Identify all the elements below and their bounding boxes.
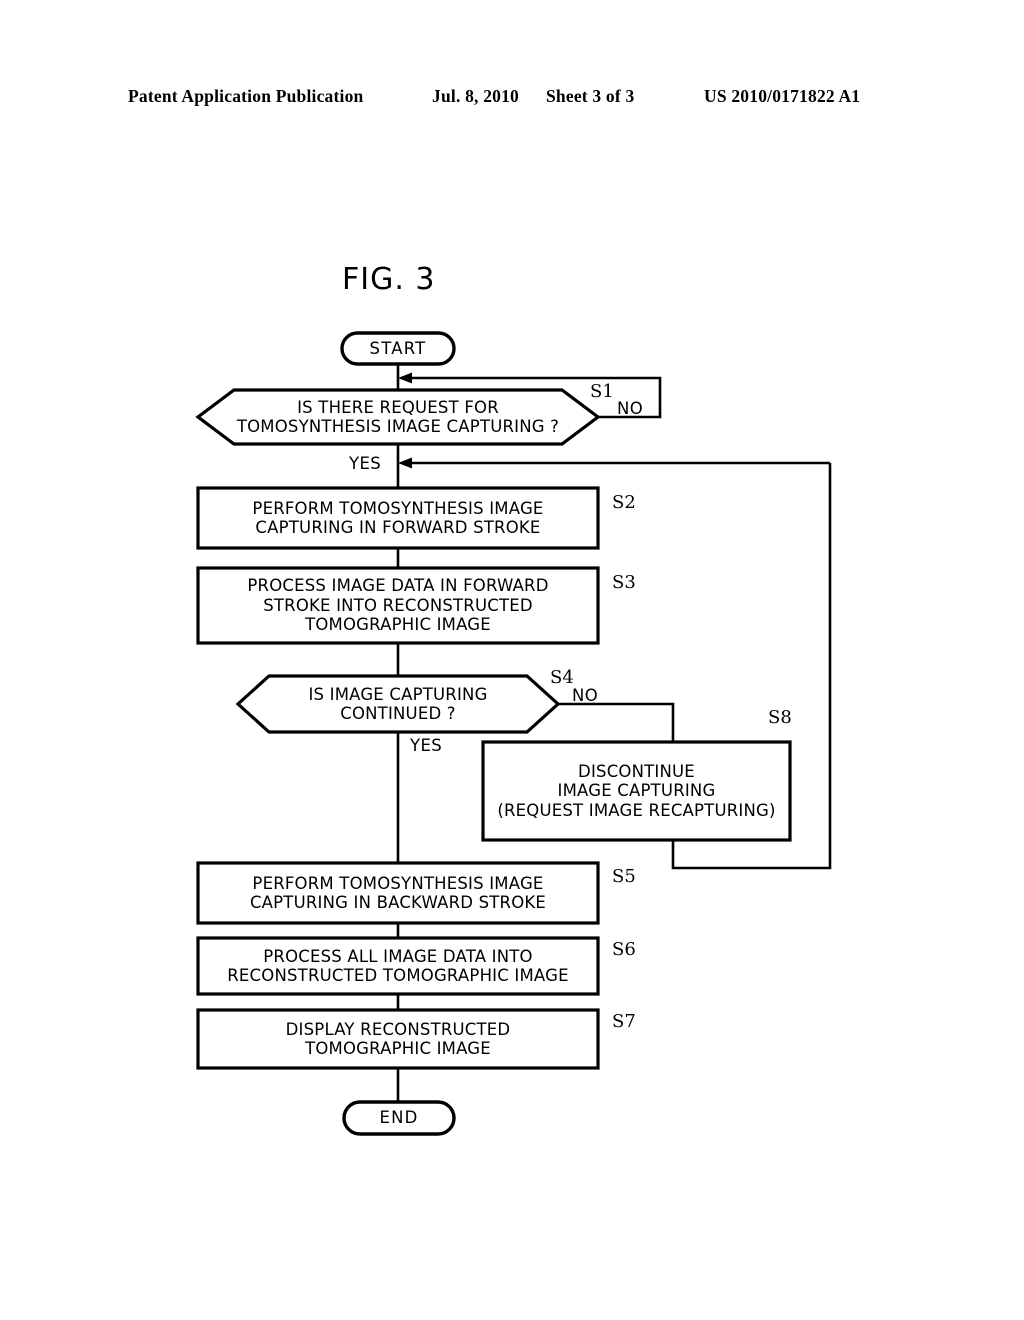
- s1-yes-branch-label: YES: [349, 454, 382, 473]
- s1-no-branch-label: NO: [617, 399, 644, 418]
- s4-no-branch-label: NO: [572, 686, 599, 705]
- s2-process-text: PERFORM TOMOSYNTHESIS IMAGE CAPTURING IN…: [252, 498, 544, 537]
- flowchart-diagram: [195, 331, 832, 1136]
- s7-process-text: DISPLAY RECONSTRUCTED TOMOGRAPHIC IMAGE: [285, 1019, 511, 1058]
- s7-step-label: S7: [612, 1011, 636, 1032]
- s5-process-text: PERFORM TOMOSYNTHESIS IMAGE CAPTURING IN…: [249, 873, 547, 912]
- s3-process-text: PROCESS IMAGE DATA IN FORWARD STROKE INT…: [247, 576, 549, 635]
- arrowhead-s8-feedback: [398, 457, 412, 469]
- s1-decision-text: IS THERE REQUEST FOR TOMOSYNTHESIS IMAGE…: [236, 397, 560, 436]
- end-terminator-label: END: [379, 1108, 419, 1128]
- s1-step-label: S1: [590, 381, 614, 402]
- s6-process-text: PROCESS ALL IMAGE DATA INTO RECONSTRUCTE…: [227, 946, 569, 985]
- connector-s4-no-to-s8: [558, 702, 675, 742]
- s6-step-label: S6: [612, 939, 636, 960]
- s3-step-label: S3: [612, 572, 636, 593]
- start-terminator-label: START: [369, 338, 427, 358]
- s4-step-label: S4: [550, 667, 574, 688]
- s4-decision-text: IS IMAGE CAPTURING CONTINUED ?: [308, 684, 488, 723]
- s5-step-label: S5: [612, 866, 636, 887]
- patent-figure-page: Patent Application Publication Jul. 8, 2…: [0, 0, 1024, 1320]
- s2-step-label: S2: [612, 492, 636, 513]
- s8-step-label: S8: [768, 707, 792, 728]
- s8-process-text: DISCONTINUE IMAGE CAPTURING (REQUEST IMA…: [497, 761, 776, 820]
- arrowhead-s1-no-loop: [398, 372, 412, 384]
- s4-yes-branch-label: YES: [410, 736, 443, 755]
